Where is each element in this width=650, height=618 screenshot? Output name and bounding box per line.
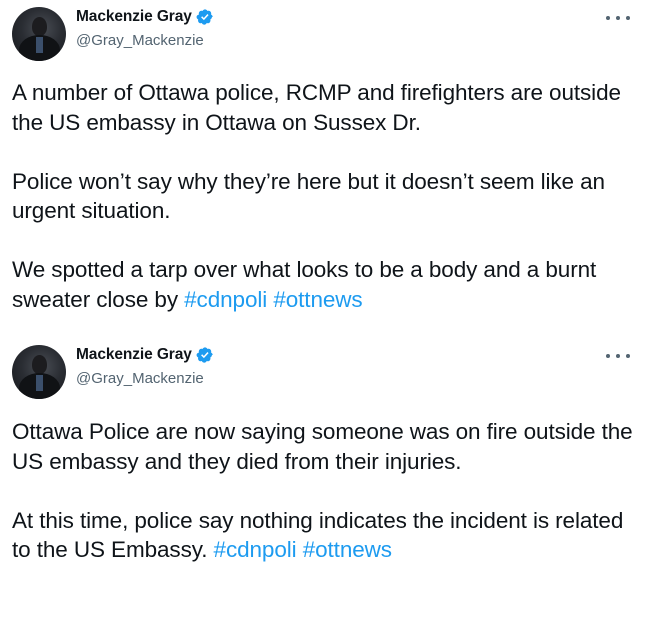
- verified-badge-icon: [196, 347, 213, 363]
- verified-badge-icon: [196, 9, 213, 25]
- more-horizontal-icon[interactable]: [606, 12, 630, 24]
- tweet-text: Ottawa Police are now saying someone was…: [12, 417, 638, 565]
- avatar[interactable]: [12, 345, 66, 399]
- author-display-name[interactable]: Mackenzie Gray: [76, 346, 192, 364]
- author-name-row[interactable]: Mackenzie Gray: [76, 346, 214, 364]
- tweet-paragraph: A number of Ottawa police, RCMP and fire…: [12, 80, 621, 135]
- tweet-thread: Mackenzie Gray @Gray_Mackenzie A number …: [0, 0, 650, 618]
- tweet-paragraph: Ottawa Police are now saying someone was…: [12, 419, 633, 474]
- author-handle[interactable]: @Gray_Mackenzie: [76, 32, 204, 49]
- tweet-text: A number of Ottawa police, RCMP and fire…: [12, 78, 638, 314]
- hashtag-link[interactable]: #cdnpoli: [214, 537, 297, 562]
- author-handle[interactable]: @Gray_Mackenzie: [76, 370, 204, 387]
- hashtag-link[interactable]: #ottnews: [273, 287, 362, 312]
- tweet-paragraph: At this time, police say nothing indicat…: [12, 507, 624, 563]
- avatar[interactable]: [12, 7, 66, 61]
- author-display-name[interactable]: Mackenzie Gray: [76, 8, 192, 26]
- hashtag-link[interactable]: #ottnews: [303, 537, 392, 562]
- tweet-header: Mackenzie Gray @Gray_Mackenzie: [0, 0, 650, 66]
- tweet[interactable]: Mackenzie Gray @Gray_Mackenzie Ottawa Po…: [0, 338, 650, 562]
- tweet-paragraph: We spotted a tarp over what looks to be …: [12, 257, 597, 312]
- more-horizontal-icon[interactable]: [606, 350, 630, 362]
- author-name-row[interactable]: Mackenzie Gray: [76, 8, 214, 26]
- hashtag-link[interactable]: #cdnpoli: [184, 287, 267, 312]
- tweet-paragraph: Police won’t say why they’re here but it…: [12, 168, 605, 224]
- tweet-header: Mackenzie Gray @Gray_Mackenzie: [0, 338, 650, 404]
- tweet[interactable]: Mackenzie Gray @Gray_Mackenzie A number …: [0, 0, 650, 312]
